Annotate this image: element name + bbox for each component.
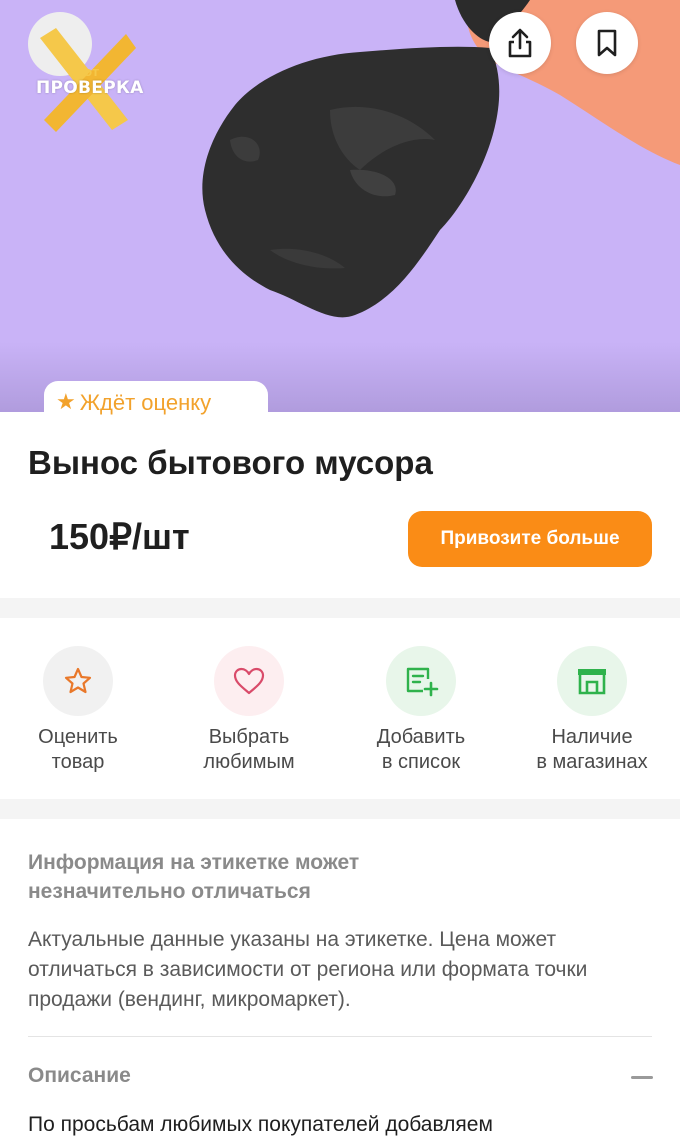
favorite-action[interactable]: Выбрать любимым <box>174 646 324 775</box>
add-list-label-line2: в список <box>381 751 461 773</box>
logo: SHOT ПРОВЕРКА <box>22 8 144 133</box>
logo-word: ПРОВЕРКА <box>36 78 144 98</box>
add-list-icon-circle <box>386 646 456 716</box>
store-icon-circle <box>557 646 627 716</box>
section-divider <box>0 598 680 618</box>
share-icon <box>508 28 532 58</box>
favorite-icon-circle <box>214 646 284 716</box>
add-list-label: Добавить в список <box>346 725 496 775</box>
store-label-line2: в магазинах <box>536 751 648 773</box>
favorite-label-line2: любимым <box>203 751 295 773</box>
heart-icon <box>233 667 265 695</box>
list-add-icon <box>406 667 439 697</box>
bring-more-button[interactable]: Привозите больше <box>408 511 652 567</box>
store-availability-action[interactable]: Наличие в магазинах <box>517 646 667 775</box>
store-label-line1: Наличие <box>551 726 633 748</box>
rate-icon-circle <box>43 646 113 716</box>
product-title: Вынос бытового мусора <box>28 444 433 481</box>
rate-label-line1: Оценить <box>38 726 118 748</box>
add-list-label-line1: Добавить <box>376 726 466 748</box>
collapse-icon[interactable] <box>631 1076 653 1079</box>
store-icon <box>578 669 606 695</box>
label-info-heading: Информация на этикетке может незначитель… <box>28 851 360 903</box>
star-icon: ★ <box>56 390 76 415</box>
rate-product-action[interactable]: Оценить товар <box>3 646 153 775</box>
action-row: Оценить товар Выбрать любимым Добавить в… <box>0 618 680 799</box>
product-price: 150₽/шт <box>49 516 190 557</box>
description-heading[interactable]: Описание <box>28 1064 131 1088</box>
badge-label: Ждёт оценку <box>79 390 212 415</box>
star-outline-icon <box>64 667 92 694</box>
rate-label-line2: товар <box>51 751 105 773</box>
rating-status-badge: ★ Ждёт оценку <box>44 381 268 425</box>
bookmark-button[interactable] <box>576 12 638 74</box>
label-info-body: Актуальные данные указаны на этикетке. Ц… <box>28 928 588 1011</box>
description-text: По просьбам любимых покупателей добавляе… <box>28 1113 493 1136</box>
section-divider <box>0 799 680 819</box>
bookmark-icon <box>597 29 617 57</box>
rate-label: Оценить товар <box>3 725 153 775</box>
divider-line <box>28 1036 652 1037</box>
share-button[interactable] <box>489 12 551 74</box>
favorite-label: Выбрать любимым <box>174 725 324 775</box>
add-to-list-action[interactable]: Добавить в список <box>346 646 496 775</box>
favorite-label-line1: Выбрать <box>208 726 290 748</box>
store-label: Наличие в магазинах <box>517 725 667 775</box>
